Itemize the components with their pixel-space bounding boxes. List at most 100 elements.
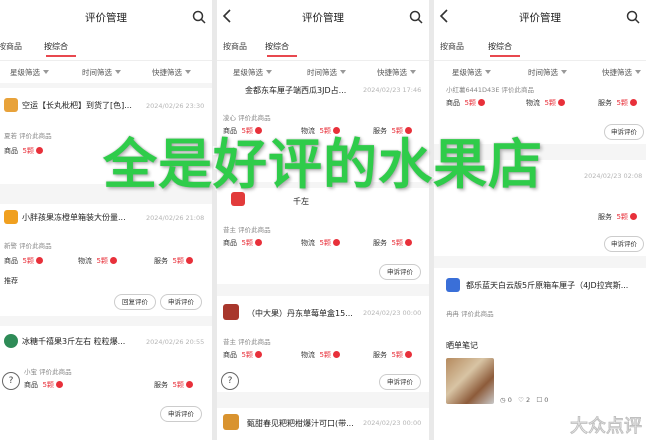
product-name[interactable]: 都乐蓝天白云版5斤原箱车厘子（4JD拉宾斯... [466, 280, 642, 291]
appeal-button[interactable]: 申诉评价 [160, 406, 202, 422]
quick-filter[interactable]: 快捷筛选 [377, 67, 416, 78]
tab-by-product[interactable]: 按商品 [0, 41, 22, 52]
logistics-label: 物流 [78, 257, 92, 265]
user-name: 小红薯6441D43E [446, 86, 500, 94]
review-date: 2024/02/23 00:00 [363, 309, 422, 317]
logistics-score: 5颗 [544, 99, 556, 107]
service-score: 5颗 [391, 239, 403, 247]
user-name: 新警 [4, 242, 17, 250]
flower-icon [254, 239, 262, 246]
note-photo[interactable] [446, 358, 494, 404]
flower-icon [629, 99, 637, 106]
product-name[interactable]: 甄甜春见粑粑柑爆汁可口(带... [247, 418, 359, 429]
comment-count: 0 [544, 396, 549, 404]
goods-score: 5颗 [241, 351, 253, 359]
service-label: 服务 [154, 381, 168, 389]
page-title: 评价管理 [302, 12, 344, 24]
like-icon: ♡ [518, 396, 524, 404]
review-tag: 评价此商品 [19, 242, 52, 250]
search-icon[interactable] [626, 10, 640, 24]
search-icon[interactable] [409, 10, 423, 24]
product-thumbnail [223, 304, 239, 320]
product-thumbnail [446, 278, 460, 292]
notes-section-title: 晒单笔记 [446, 341, 478, 350]
logistics-score: 5颗 [319, 239, 331, 247]
review-date: 2024/02/26 23:30 [146, 102, 205, 110]
product-name[interactable]: 空运【长丸枇杷】到货了[色]... [22, 100, 142, 111]
star-filter[interactable]: 星级筛选 [452, 67, 491, 78]
tab-by-overall[interactable]: 按综合 [265, 41, 289, 52]
appeal-button[interactable]: 申诉评价 [379, 264, 421, 280]
overlay-caption: 全是好评的水果店 [102, 132, 544, 198]
time-filter[interactable]: 时间筛选 [307, 67, 346, 78]
product-thumbnail [4, 98, 18, 112]
review-date: 2024/02/23 17:46 [363, 86, 422, 94]
appeal-button[interactable]: 申诉评价 [604, 236, 644, 252]
goods-score: 5颗 [241, 239, 253, 247]
top-bar: 评价管理 [434, 0, 646, 36]
flower-icon [332, 351, 340, 358]
tab-by-product[interactable]: 按商品 [440, 41, 464, 52]
quick-filter[interactable]: 快捷筛选 [602, 67, 641, 78]
service-score: 5颗 [391, 351, 403, 359]
product-name[interactable]: （中大果）丹东草莓单盒15... [247, 308, 359, 319]
service-label: 服务 [598, 213, 612, 221]
logistics-label: 物流 [301, 239, 315, 247]
flower-icon [404, 351, 412, 358]
service-label: 服务 [373, 351, 387, 359]
appeal-button[interactable]: 申诉评价 [379, 374, 421, 390]
tab-bar: 按商品 按综合 [217, 36, 429, 60]
service-score: 5颗 [616, 213, 628, 221]
star-filter[interactable]: 星级筛选 [233, 67, 272, 78]
user-name: 昔主 [223, 226, 236, 234]
flower-icon [185, 257, 193, 264]
flower-icon [332, 239, 340, 246]
product-name[interactable]: 金都东车厘子端西瓜3JD占... [245, 85, 357, 96]
filter-bar: 星级筛选 时间筛选 快捷筛选 [217, 60, 429, 83]
logistics-score: 5颗 [96, 257, 108, 265]
time-filter[interactable]: 时间筛选 [528, 67, 567, 78]
tab-by-product[interactable]: 按商品 [223, 41, 247, 52]
flower-icon [477, 99, 485, 106]
logistics-score: 5颗 [319, 351, 331, 359]
review-card: 冰糖千禧果3斤左右 粒粒爆... 2024/02/26 20:55 小宝 评价此… [0, 326, 212, 440]
service-score: 5颗 [172, 381, 184, 389]
goods-score: 5颗 [464, 99, 476, 107]
flower-icon [557, 99, 565, 106]
review-card: 小胖孩果冻橙单箱装大份量... 2024/02/26 21:08 新警 评价此商… [0, 204, 212, 316]
user-name: 小宝 [24, 368, 37, 376]
review-date: 2024/02/26 21:08 [146, 214, 205, 222]
tab-by-overall[interactable]: 按综合 [488, 41, 512, 52]
user-name: 冉冉 [446, 310, 459, 318]
tab-bar: 按商品 按综合 [434, 36, 646, 60]
product-thumbnail [4, 334, 18, 348]
logistics-label: 物流 [301, 351, 315, 359]
review-text: 推荐 [4, 277, 18, 285]
goods-label: 商品 [223, 351, 237, 359]
flower-icon [109, 257, 117, 264]
reply-button[interactable]: 回复评价 [114, 294, 156, 310]
time-filter[interactable]: 时间筛选 [82, 67, 121, 78]
flower-icon [55, 381, 63, 388]
help-icon[interactable]: ? [221, 372, 239, 390]
star-filter[interactable]: 星级筛选 [10, 67, 49, 78]
product-thumbnail [4, 210, 18, 224]
help-icon[interactable]: ? [2, 372, 20, 390]
product-name[interactable]: 小胖孩果冻橙单箱装大份量... [22, 212, 142, 223]
product-name[interactable]: 冰糖千禧果3斤左右 粒粒爆... [22, 336, 142, 347]
appeal-button[interactable]: 申诉评价 [160, 294, 202, 310]
review-tag: 评价此商品 [461, 310, 494, 318]
review-tag: 评价此商品 [238, 338, 271, 346]
service-label: 服务 [598, 99, 612, 107]
tab-bar: 按商品 按综合 [0, 36, 212, 60]
phone-screen-2: 评价管理 按商品 按综合 星级筛选 时间筛选 快捷筛选 金都东车厘子端西瓜3JD… [217, 0, 429, 440]
view-icon: ◷ [500, 396, 506, 404]
review-date: 2024/02/26 20:55 [146, 338, 205, 346]
quick-filter[interactable]: 快捷筛选 [152, 67, 191, 78]
search-icon[interactable] [192, 10, 206, 24]
tab-by-overall[interactable]: 按综合 [44, 41, 68, 52]
like-count: 2 [526, 396, 531, 404]
tab-underline [46, 55, 76, 57]
goods-label: 商品 [24, 381, 38, 389]
phone-screen-1: 评价管理 按商品 按综合 星级筛选 时间筛选 快捷筛选 空运【长丸枇杷】到货了[… [0, 0, 212, 440]
